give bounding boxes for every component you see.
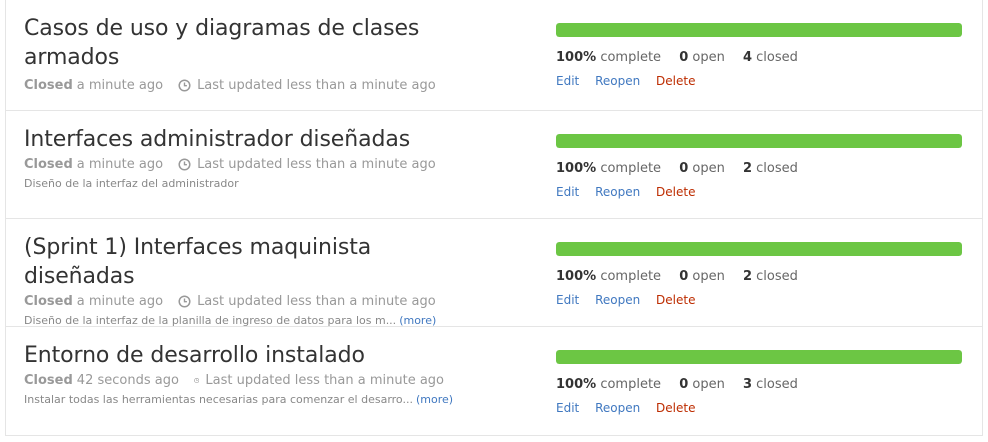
milestone-title[interactable]: (Sprint 1) Interfaces maquinista diseñad… — [24, 233, 444, 291]
progress-fill — [556, 23, 962, 37]
open-label: open — [692, 377, 725, 392]
description-text: Diseño de la interfaz de la planilla de … — [24, 314, 397, 327]
percent-value: 100% — [556, 161, 597, 176]
updated-time: Last updated less than a minute ago — [205, 373, 444, 388]
updated-time: Last updated less than a minute ago — [197, 294, 436, 309]
delete-link[interactable]: Delete — [656, 401, 695, 415]
milestone-actions: Edit Reopen Delete — [556, 185, 963, 199]
milestone-progress: 100% complete 0 open 2 closed Edit Reope… — [556, 134, 963, 199]
status-label: Closed — [24, 373, 73, 388]
open-count: 0 — [679, 269, 689, 284]
closed-count: 2 — [742, 161, 753, 176]
more-link[interactable]: (more) — [416, 393, 453, 406]
description-text: Instalar todas las herramientas necesari… — [24, 393, 413, 406]
closed-time: a minute ago — [76, 78, 164, 93]
delete-link[interactable]: Delete — [656, 293, 695, 307]
closed-count: 3 — [742, 377, 753, 392]
milestone-progress: 100% complete 0 open 3 closed Edit Reope… — [556, 350, 963, 415]
percent-value: 100% — [556, 50, 597, 65]
milestone-stats: 100% complete 0 open 2 closed — [556, 161, 963, 176]
status-label: Closed — [24, 78, 73, 93]
milestone-stats: 100% complete 0 open 3 closed — [556, 377, 963, 392]
clock-icon — [178, 79, 191, 92]
clock-icon — [194, 377, 200, 384]
milestone-item: Entorno de desarrollo instalado Closed 4… — [6, 327, 982, 435]
updated-time: Last updated less than a minute ago — [197, 78, 436, 93]
milestone-description: Diseño de la interfaz de la planilla de … — [24, 314, 444, 327]
closed-label: closed — [756, 50, 798, 65]
progress-fill — [556, 134, 962, 148]
closed-count: 4 — [742, 50, 753, 65]
milestone-actions: Edit Reopen Delete — [556, 293, 963, 307]
closed-time: a minute ago — [76, 157, 164, 172]
open-count: 0 — [679, 161, 689, 176]
milestone-info: Casos de uso y diagramas de clases armad… — [24, 14, 444, 93]
milestone-title[interactable]: Casos de uso y diagramas de clases armad… — [24, 14, 444, 72]
edit-link[interactable]: Edit — [556, 293, 579, 307]
more-link[interactable]: (more) — [399, 314, 436, 327]
progress-fill — [556, 242, 962, 256]
closed-label: closed — [756, 377, 798, 392]
reopen-link[interactable]: Reopen — [595, 74, 640, 88]
closed-label: closed — [756, 161, 798, 176]
milestone-stats: 100% complete 0 open 2 closed — [556, 269, 963, 284]
reopen-link[interactable]: Reopen — [595, 401, 640, 415]
open-count: 0 — [679, 50, 689, 65]
milestone-meta: Closed a minute ago Last updated less th… — [24, 157, 444, 172]
closed-label: closed — [756, 269, 798, 284]
closed-count: 2 — [742, 269, 753, 284]
status-label: Closed — [24, 157, 73, 172]
open-count: 0 — [679, 377, 689, 392]
status-label: Closed — [24, 294, 73, 309]
clock-icon — [178, 158, 191, 171]
milestone-title[interactable]: Entorno de desarrollo instalado — [24, 341, 444, 370]
delete-link[interactable]: Delete — [656, 74, 695, 88]
edit-link[interactable]: Edit — [556, 401, 579, 415]
complete-label: complete — [600, 377, 662, 392]
progress-bar — [556, 23, 962, 37]
percent-value: 100% — [556, 269, 597, 284]
updated-time: Last updated less than a minute ago — [197, 157, 436, 172]
complete-label: complete — [600, 50, 662, 65]
edit-link[interactable]: Edit — [556, 185, 579, 199]
delete-link[interactable]: Delete — [656, 185, 695, 199]
milestone-actions: Edit Reopen Delete — [556, 401, 963, 415]
progress-bar — [556, 350, 962, 364]
closed-time: a minute ago — [76, 294, 164, 309]
open-label: open — [692, 269, 725, 284]
progress-bar — [556, 242, 962, 256]
milestone-list: Casos de uso y diagramas de clases armad… — [5, 0, 983, 436]
milestone-stats: 100% complete 0 open 4 closed — [556, 50, 963, 65]
percent-value: 100% — [556, 377, 597, 392]
clock-icon — [178, 295, 191, 308]
milestone-item: Casos de uso y diagramas de clases armad… — [6, 0, 982, 111]
milestone-item: (Sprint 1) Interfaces maquinista diseñad… — [6, 219, 982, 327]
milestone-info: Entorno de desarrollo instalado Closed 4… — [24, 341, 453, 406]
milestone-info: Interfaces administrador diseñadas Close… — [24, 125, 444, 190]
milestone-meta: Closed a minute ago Last updated less th… — [24, 78, 444, 93]
closed-time: 42 seconds ago — [76, 373, 179, 388]
edit-link[interactable]: Edit — [556, 74, 579, 88]
reopen-link[interactable]: Reopen — [595, 293, 640, 307]
progress-fill — [556, 350, 962, 364]
open-label: open — [692, 50, 725, 65]
milestone-actions: Edit Reopen Delete — [556, 74, 963, 88]
milestone-info: (Sprint 1) Interfaces maquinista diseñad… — [24, 233, 444, 327]
milestone-progress: 100% complete 0 open 2 closed Edit Reope… — [556, 242, 963, 307]
milestone-description: Instalar todas las herramientas necesari… — [24, 393, 453, 406]
milestone-title[interactable]: Interfaces administrador diseñadas — [24, 125, 444, 154]
reopen-link[interactable]: Reopen — [595, 185, 640, 199]
complete-label: complete — [600, 161, 662, 176]
description-text: Diseño de la interfaz del administrador — [24, 177, 239, 190]
complete-label: complete — [600, 269, 662, 284]
milestone-meta: Closed 42 seconds ago Last updated less … — [24, 373, 444, 388]
progress-bar — [556, 134, 962, 148]
milestone-item: Interfaces administrador diseñadas Close… — [6, 111, 982, 219]
milestone-progress: 100% complete 0 open 4 closed Edit Reope… — [556, 23, 963, 88]
open-label: open — [692, 161, 725, 176]
milestone-meta: Closed a minute ago Last updated less th… — [24, 294, 444, 309]
milestone-description: Diseño de la interfaz del administrador — [24, 177, 444, 190]
